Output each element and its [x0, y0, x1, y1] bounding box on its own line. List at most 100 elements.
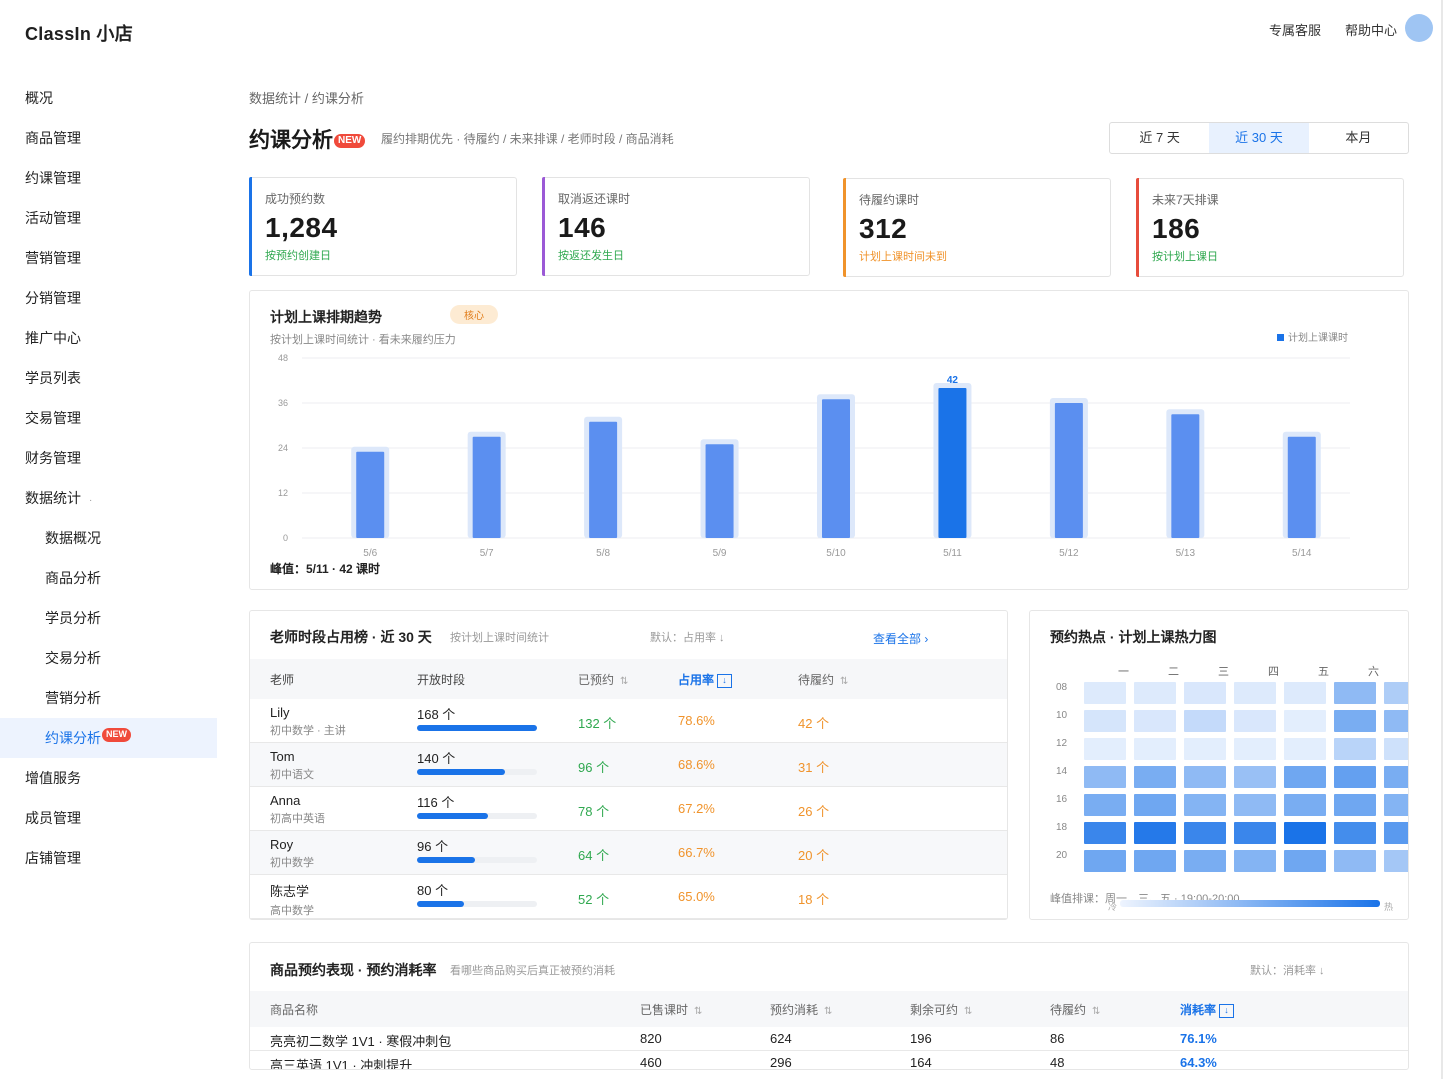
- sidebar-item-students[interactable]: 学员列表: [0, 358, 217, 398]
- heatmap-cell[interactable]: [1184, 822, 1226, 844]
- sort-icon[interactable]: ⇅: [620, 676, 628, 687]
- teacher-sort-hint[interactable]: 默认：占用率 ↓: [650, 629, 725, 645]
- heatmap-cell[interactable]: [1334, 850, 1376, 872]
- table-row[interactable]: Lily 初中数学 · 主讲 168 个 132 个 78.6% 42 个: [250, 699, 1007, 743]
- heatmap-cell[interactable]: [1334, 710, 1376, 732]
- sidebar-item-finance[interactable]: 财务管理: [0, 438, 217, 478]
- sidebar-item-product-analysis[interactable]: 商品分析: [0, 558, 217, 598]
- sidebar-item-statistics[interactable]: 数据统计 ·: [0, 478, 217, 518]
- product-sort-hint[interactable]: 默认：消耗率 ↓: [1250, 962, 1325, 978]
- heatmap-cell[interactable]: [1284, 766, 1326, 788]
- heatmap-cell[interactable]: [1084, 822, 1126, 844]
- heatmap-cell[interactable]: [1284, 822, 1326, 844]
- range-30-days[interactable]: 近 30 天: [1209, 123, 1309, 153]
- table-row[interactable]: 亮亮初二数学 1V1 · 寒假冲刺包 820 624 196 86 76.1%: [250, 1027, 1408, 1051]
- app-logo[interactable]: ClassIn 小店: [25, 20, 133, 46]
- heatmap-cell[interactable]: [1234, 710, 1276, 732]
- range-7-days[interactable]: 近 7 天: [1110, 123, 1209, 153]
- sidebar-item-store[interactable]: 店铺管理: [0, 838, 217, 878]
- sidebar-item-marketing-analysis[interactable]: 营销分析: [0, 678, 217, 718]
- range-this-month[interactable]: 本月: [1309, 123, 1408, 153]
- sort-desc-icon[interactable]: ↓: [717, 674, 733, 688]
- heatmap-cell[interactable]: [1234, 850, 1276, 872]
- heatmap-cell[interactable]: [1134, 738, 1176, 760]
- table-row[interactable]: Anna 初高中英语 116 个 78 个 67.2% 26 个: [250, 787, 1007, 831]
- heatmap-cell[interactable]: [1084, 794, 1126, 816]
- heatmap-cell[interactable]: [1084, 766, 1126, 788]
- sidebar-item-promotion[interactable]: 推广中心: [0, 318, 217, 358]
- customer-service-link[interactable]: 专属客服: [1269, 20, 1321, 39]
- heatmap-cell[interactable]: [1384, 794, 1408, 816]
- heatmap-cell[interactable]: [1234, 682, 1276, 704]
- heatmap-cell[interactable]: [1284, 710, 1326, 732]
- heatmap-cell[interactable]: [1334, 794, 1376, 816]
- heatmap-cell[interactable]: [1384, 738, 1408, 760]
- view-all-link[interactable]: 查看全部 ›: [873, 630, 928, 647]
- sidebar-item-marketing[interactable]: 营销管理: [0, 238, 217, 278]
- heatmap-cell[interactable]: [1384, 822, 1408, 844]
- heatmap-cell[interactable]: [1284, 738, 1326, 760]
- heatmap-cell[interactable]: [1384, 710, 1408, 732]
- heatmap-cell[interactable]: [1184, 738, 1226, 760]
- heatmap-cell[interactable]: [1134, 794, 1176, 816]
- sidebar-item-value-added[interactable]: 增值服务: [0, 758, 217, 798]
- heatmap-cell[interactable]: [1234, 822, 1276, 844]
- col-product-pending[interactable]: 待履约 ⇅: [1050, 1001, 1100, 1018]
- table-row[interactable]: 陈志学 高中数学 80 个 52 个 65.0% 18 个: [250, 875, 1007, 919]
- sidebar-item-overview[interactable]: 概况: [0, 78, 217, 118]
- sidebar-item-student-analysis[interactable]: 学员分析: [0, 598, 217, 638]
- heatmap-cell[interactable]: [1334, 766, 1376, 788]
- sidebar-item-data-overview[interactable]: 数据概况: [0, 518, 217, 558]
- heatmap-cell[interactable]: [1134, 710, 1176, 732]
- heatmap-cell[interactable]: [1384, 850, 1408, 872]
- heatmap-cell[interactable]: [1234, 738, 1276, 760]
- sort-icon[interactable]: ⇅: [840, 676, 848, 687]
- heatmap-cell[interactable]: [1134, 822, 1176, 844]
- heatmap-cell[interactable]: [1084, 682, 1126, 704]
- heatmap-cell[interactable]: [1384, 682, 1408, 704]
- sort-icon[interactable]: ⇅: [1092, 1006, 1100, 1017]
- sidebar-item-products[interactable]: 商品管理: [0, 118, 217, 158]
- sidebar-item-transaction-analysis[interactable]: 交易分析: [0, 638, 217, 678]
- heatmap-cell[interactable]: [1234, 766, 1276, 788]
- sort-desc-icon[interactable]: ↓: [1219, 1004, 1235, 1018]
- heatmap-cell[interactable]: [1334, 822, 1376, 844]
- col-booked[interactable]: 已预约 ⇅: [578, 671, 628, 688]
- sidebar-item-transactions[interactable]: 交易管理: [0, 398, 217, 438]
- sidebar-item-booking-analysis[interactable]: 约课分析 NEW: [0, 718, 217, 758]
- col-pending[interactable]: 待履约 ⇅: [798, 671, 848, 688]
- sidebar-item-members[interactable]: 成员管理: [0, 798, 217, 838]
- heatmap-cell[interactable]: [1134, 850, 1176, 872]
- heatmap-cell[interactable]: [1184, 794, 1226, 816]
- sidebar-item-distribution[interactable]: 分销管理: [0, 278, 217, 318]
- table-row[interactable]: Tom 初中语文 140 个 96 个 68.6% 31 个: [250, 743, 1007, 787]
- sort-icon[interactable]: ⇅: [964, 1006, 972, 1017]
- heatmap-cell[interactable]: [1184, 850, 1226, 872]
- heatmap-cell[interactable]: [1084, 738, 1126, 760]
- heatmap-cell[interactable]: [1134, 766, 1176, 788]
- heatmap-cell[interactable]: [1284, 794, 1326, 816]
- sort-icon[interactable]: ⇅: [694, 1006, 702, 1017]
- col-used[interactable]: 预约消耗 ⇅: [770, 1001, 832, 1018]
- heatmap-cell[interactable]: [1184, 710, 1226, 732]
- heatmap-cell[interactable]: [1284, 682, 1326, 704]
- avatar[interactable]: [1405, 14, 1433, 42]
- table-row[interactable]: 高三英语 1V1 · 冲刺提升 460 296 164 48 64.3%: [250, 1051, 1408, 1069]
- table-row[interactable]: Roy 初中数学 96 个 64 个 66.7% 20 个: [250, 831, 1007, 875]
- col-occupancy[interactable]: 占用率 ↓: [678, 671, 733, 688]
- heatmap-cell[interactable]: [1384, 766, 1408, 788]
- col-consumption-rate[interactable]: 消耗率 ↓: [1180, 1001, 1235, 1018]
- help-center-link[interactable]: 帮助中心: [1345, 20, 1397, 39]
- sidebar-item-activities[interactable]: 活动管理: [0, 198, 217, 238]
- heatmap-cell[interactable]: [1334, 682, 1376, 704]
- heatmap-cell[interactable]: [1184, 682, 1226, 704]
- heatmap-cell[interactable]: [1084, 710, 1126, 732]
- heatmap-cell[interactable]: [1334, 738, 1376, 760]
- heatmap-cell[interactable]: [1184, 766, 1226, 788]
- sort-icon[interactable]: ⇅: [824, 1006, 832, 1017]
- col-remaining[interactable]: 剩余可约 ⇅: [910, 1001, 972, 1018]
- col-sold[interactable]: 已售课时 ⇅: [640, 1001, 702, 1018]
- heatmap-cell[interactable]: [1234, 794, 1276, 816]
- sidebar-item-bookings[interactable]: 约课管理: [0, 158, 217, 198]
- heatmap-cell[interactable]: [1084, 850, 1126, 872]
